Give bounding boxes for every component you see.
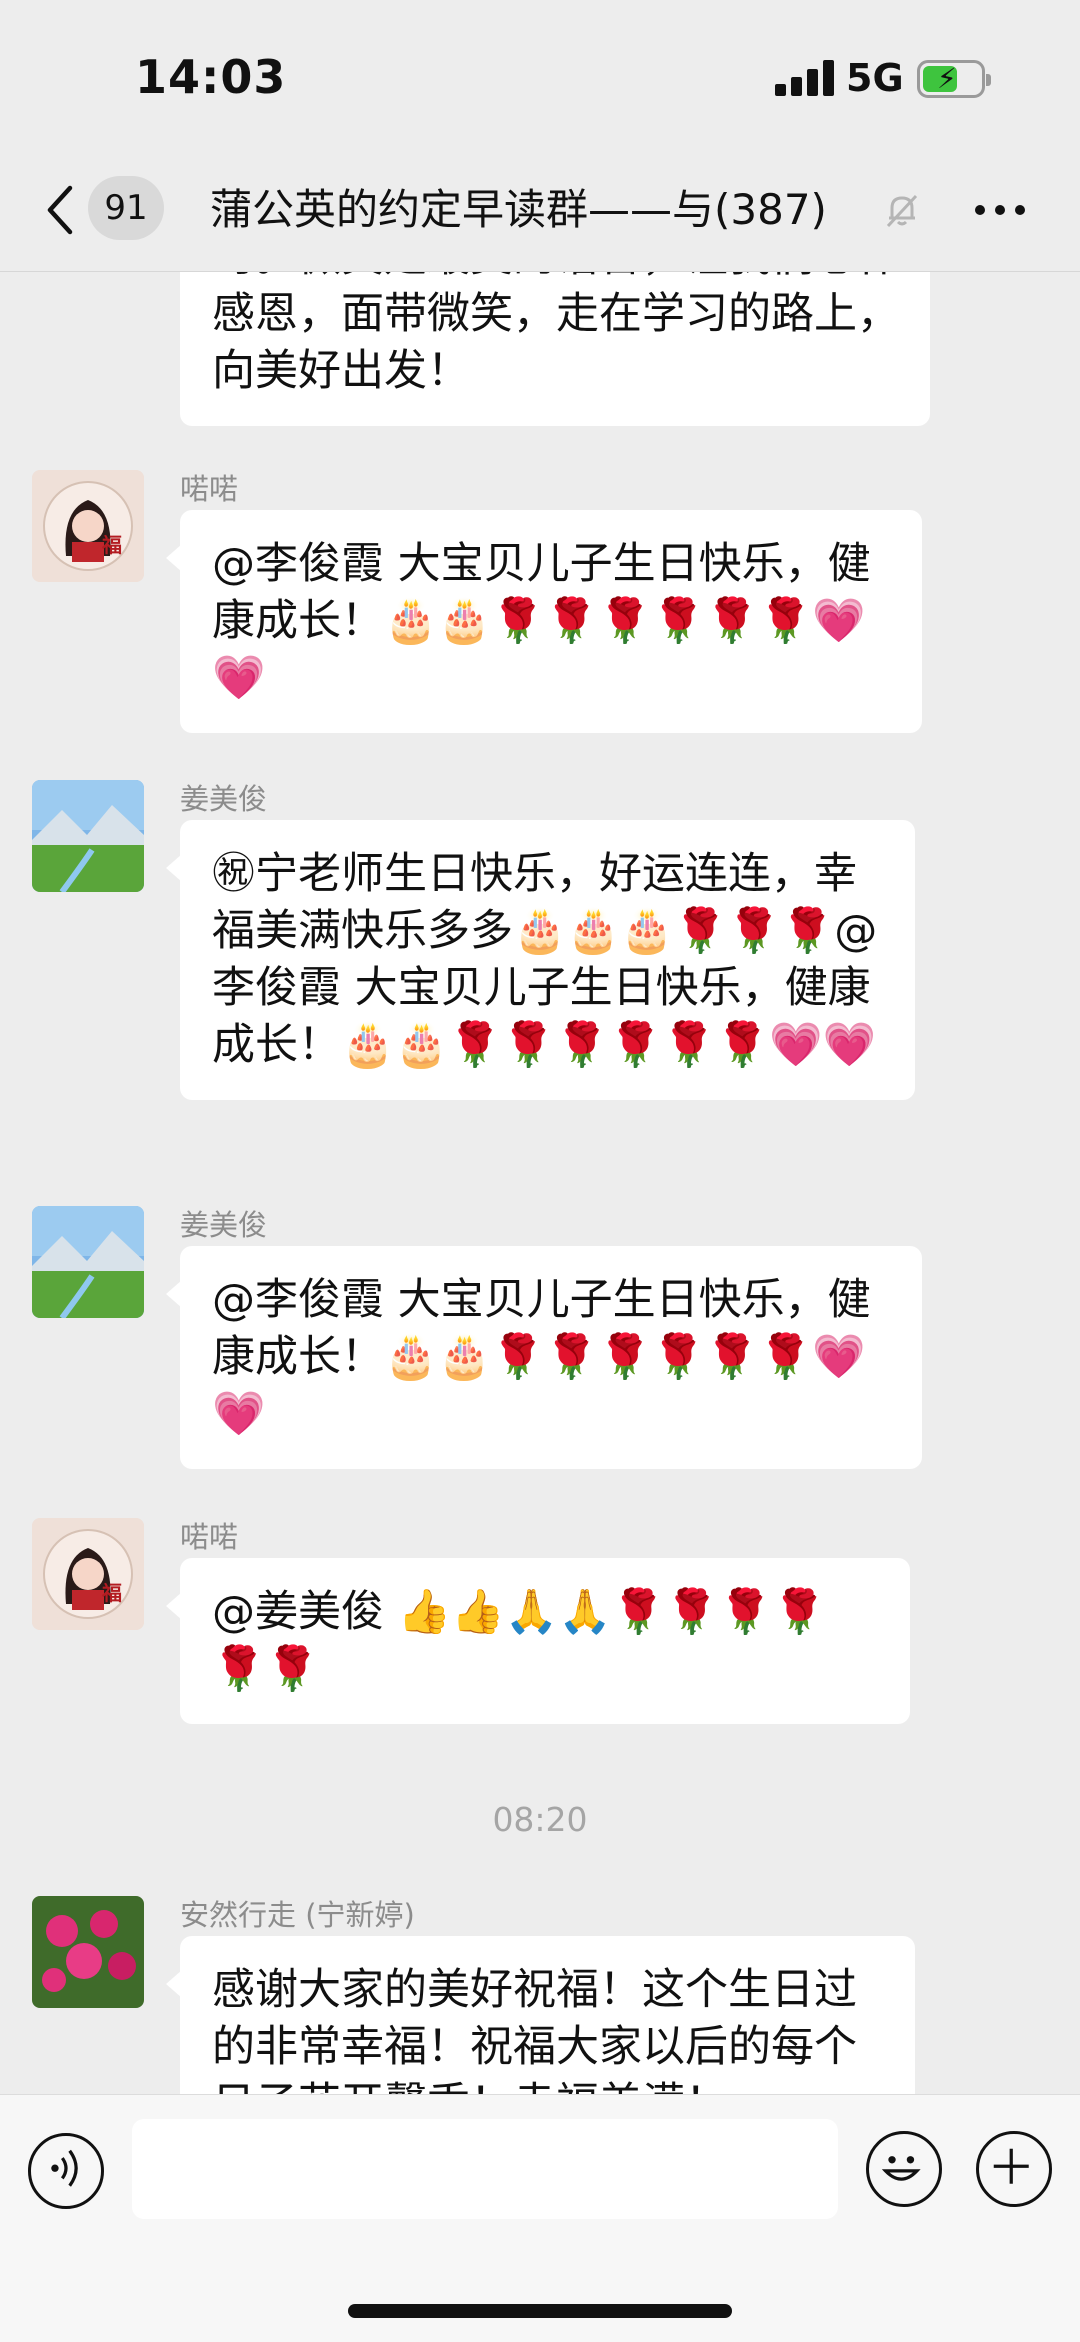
- status-bar: 14:03 5G ⚡: [0, 0, 1080, 150]
- back-button[interactable]: [40, 180, 80, 240]
- message-bubble[interactable]: @李俊霞 大宝贝儿子生日快乐，健康成长！🎂🎂🌹🌹🌹🌹🌹🌹💗💗: [166, 510, 922, 733]
- sender-name: 喏喏: [180, 1520, 239, 1554]
- message-text: 感谢大家的美好祝福！这个生日过的非常幸福！祝福大家以后的每个日子花开馨香！幸福美…: [212, 1965, 857, 2094]
- message-text: ㊗宁老师生日快乐，好运连连，幸福美满快乐多多🎂🎂🎂🌹🌹🌹@李俊霞 大宝贝儿子生日…: [212, 849, 878, 1070]
- chat-title: 蒲公英的约定早读群——与(387): [210, 185, 827, 234]
- home-indicator[interactable]: [348, 2304, 732, 2318]
- network-type: 5G: [846, 56, 904, 100]
- message-bubble[interactable]: 时。微笑是最美的语言，让我们心怀感恩，面带微笑，走在学习的路上，向美好出发！: [180, 272, 930, 426]
- sender-name: 姜美俊: [180, 1208, 268, 1242]
- chat-screen: 14:03 5G ⚡ 91 蒲公英的约定早读群——与(387) 感恩，面带微笑，…: [0, 0, 1080, 2342]
- emoji-button[interactable]: [866, 2131, 942, 2207]
- more-options-button[interactable]: [975, 200, 1031, 220]
- message-text: @李俊霞 大宝贝儿子生日快乐，健康成长！🎂🎂🌹🌹🌹🌹🌹🌹💗💗: [212, 539, 871, 703]
- signal-icon: [775, 60, 835, 96]
- unread-count-badge[interactable]: 91: [88, 176, 164, 240]
- svg-text:福: 福: [101, 1581, 122, 1605]
- sender-name: 安然行走 (宁新婷): [180, 1898, 415, 1932]
- message-bubble[interactable]: ㊗宁老师生日快乐，好运连连，幸福美满快乐多多🎂🎂🎂🌹🌹🌹@李俊霞 大宝贝儿子生日…: [166, 820, 915, 1100]
- voice-icon: [51, 2149, 78, 2187]
- message-text: @李俊霞 大宝贝儿子生日快乐，健康成长！🎂🎂🌹🌹🌹🌹🌹🌹💗💗: [212, 1275, 871, 1439]
- plus-icon: [993, 2148, 1029, 2184]
- back-chevron-icon: [47, 185, 73, 235]
- message-list[interactable]: 时。微笑是最美的语言，让我们心怀感恩，面带微笑，走在学习的路上，向美好出发！ 福…: [0, 272, 1080, 2094]
- voice-input-button[interactable]: [28, 2133, 104, 2209]
- avatar[interactable]: [32, 1896, 144, 2008]
- message-bubble[interactable]: 感谢大家的美好祝福！这个生日过的非常幸福！祝福大家以后的每个日子花开馨香！幸福美…: [166, 1936, 915, 2094]
- message-input[interactable]: [132, 2119, 838, 2219]
- avatar[interactable]: [32, 1206, 144, 1318]
- nav-bar: 91 蒲公英的约定早读群——与(387): [0, 150, 1080, 272]
- avatar[interactable]: [32, 780, 144, 892]
- battery-icon: ⚡: [917, 60, 991, 98]
- more-functions-button[interactable]: [976, 2131, 1052, 2207]
- emoji-icon: [881, 2156, 921, 2181]
- sender-name: 姜美俊: [180, 782, 268, 816]
- mute-bell-icon: [882, 190, 922, 230]
- svg-text:福: 福: [101, 533, 122, 557]
- message-text: @姜美俊 👍👍🙏🙏🌹🌹🌹🌹🌹🌹: [212, 1587, 826, 1694]
- message-bubble[interactable]: @姜美俊 👍👍🙏🙏🌹🌹🌹🌹🌹🌹: [166, 1558, 910, 1724]
- status-time: 14:03: [135, 50, 287, 104]
- message-text: 时。微笑是最美的语言，让我们心怀感恩，面带微笑，走在学习的路上，向美好出发！: [212, 272, 900, 396]
- avatar[interactable]: 福: [32, 1518, 144, 1630]
- avatar[interactable]: 福: [32, 470, 144, 582]
- sender-name: 喏喏: [180, 472, 239, 506]
- message-bubble[interactable]: @李俊霞 大宝贝儿子生日快乐，健康成长！🎂🎂🌹🌹🌹🌹🌹🌹💗💗: [166, 1246, 922, 1469]
- time-divider: 08:20: [492, 1800, 588, 1839]
